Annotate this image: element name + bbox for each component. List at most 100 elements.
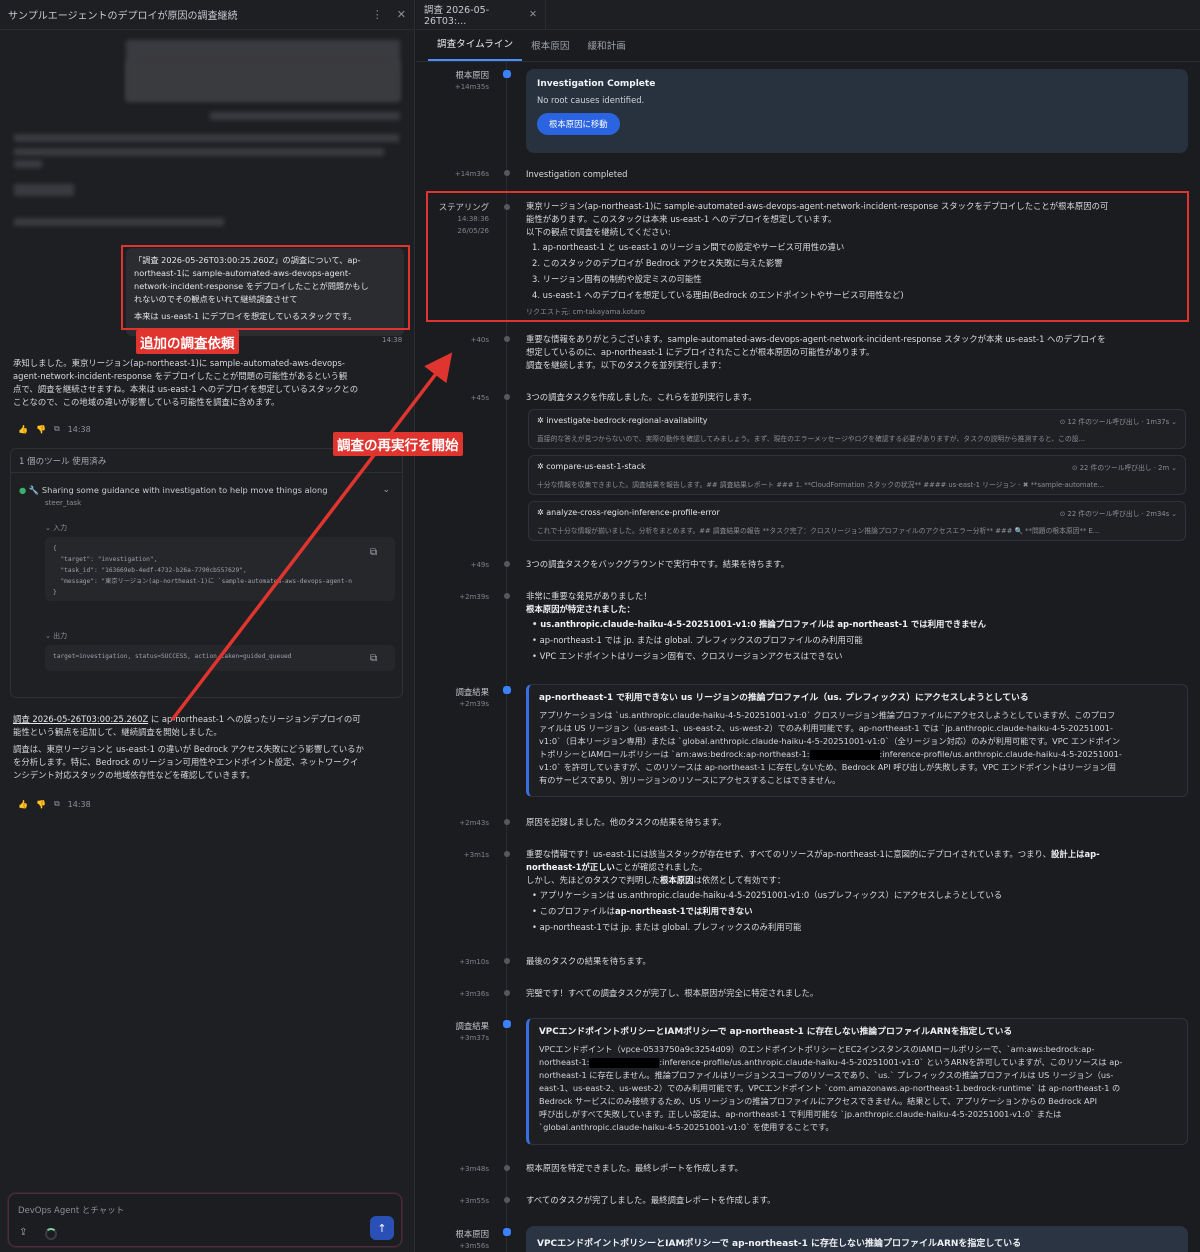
timeline-dot <box>504 819 510 825</box>
entry-time: +3m56s <box>459 1242 489 1250</box>
blurred-message <box>14 160 42 168</box>
finding-item: このプロファイルはap-northeast-1では利用できない <box>532 905 1186 918</box>
task-meta: ⊙ 12 件のツール呼び出し · 1m37s ⌄ <box>1059 418 1177 426</box>
entry-time: +2m39s <box>459 700 489 708</box>
timeline-label: +2m39s <box>416 591 489 603</box>
timeline-message: 非常に重要な発見がありました！ 根本原因が特定されました： us.anthrop… <box>526 590 1186 663</box>
timeline-dot <box>504 990 510 996</box>
thumbs-up-icon[interactable]: 👍 <box>18 425 28 434</box>
timeline-message: 原因を記録しました。他のタスクの結果を待ちます。 <box>526 817 727 827</box>
copy-icon[interactable]: ⧉ <box>54 424 60 434</box>
annotation-label-rerun: 調査の再実行を開始 <box>333 432 463 456</box>
entry-time: +3m36s <box>459 990 489 998</box>
finding-item: ap-northeast-1では jp. または global. プレフィックス… <box>532 921 1186 934</box>
thumbs-down-icon[interactable]: 👎 <box>36 425 46 434</box>
finding-card: VPCエンドポイントポリシーとIAMポリシーで ap-northeast-1 に… <box>526 1018 1188 1145</box>
entry-time: +3m55s <box>459 1197 489 1205</box>
tab-investigation[interactable]: 調査 2026-05-26T03:... ✕ <box>416 0 546 30</box>
upload-icon[interactable]: ⇪ <box>19 1227 27 1238</box>
msg-line: 想定しているのに、ap-northeast-1 にデプロイされたことが根本原因の… <box>526 347 875 357</box>
timeline-dot <box>503 1020 511 1028</box>
timeline-message: 3つの調査タスクを作成しました。これらを並列実行します。 <box>526 392 757 402</box>
timeline-message: 完璧です！すべての調査タスクが完了し、根本原因が完全に特定されました。 <box>526 988 819 998</box>
input-section-label[interactable]: ⌄ 入力 <box>45 523 67 533</box>
entry-time: +40s <box>470 336 489 344</box>
entry-time: +3m1s <box>463 851 489 859</box>
timeline-dot <box>504 593 510 599</box>
reply-line: 点で、調査を継続させますね。本来は us-east-1 へのデプロイを想定してい… <box>13 384 359 394</box>
timeline-label: +3m55s <box>416 1195 489 1207</box>
task-card[interactable]: ✲ investigate-bedrock-regional-availabil… <box>528 409 1186 449</box>
task-desc: 十分な情報を収集できました。調査結果を報告します。## 調査結果レポート ###… <box>537 481 1105 489</box>
close-icon[interactable]: ✕ <box>529 9 537 20</box>
blurred-time <box>210 112 400 120</box>
more-menu-icon[interactable]: ⋮ <box>372 8 383 21</box>
chat-input-box[interactable]: DevOps Agent とチャット ⇪ ↑ <box>8 1193 402 1247</box>
message-time: 14:38 <box>67 424 91 434</box>
timeline-dot <box>503 70 511 78</box>
tool-call-name: Sharing some guidance with investigation… <box>41 485 328 495</box>
chat-panel: サンプルエージェントのデプロイが原因の調査継続 ⋮ ✕ 「調査 2026-05-… <box>0 0 415 1252</box>
annotation-label-request: 追加の調査依頼 <box>136 330 239 354</box>
tab-root-cause[interactable]: 根本原因 <box>522 38 578 61</box>
send-button[interactable]: ↑ <box>370 1216 394 1240</box>
tab-mitigation[interactable]: 緩和計画 <box>578 38 634 61</box>
msg-line: 非常に重要な発見がありました！ <box>526 591 652 601</box>
chevron-down-icon[interactable]: ⌄ <box>382 485 390 495</box>
finding-line: トポリシーとIAMロールポリシーは `arn:aws:bedrock:ap-no… <box>539 749 1122 760</box>
msg-line: しかし、先ほどのタスクで判明した根本原因は依然として有効です： <box>526 875 786 885</box>
blurred-message <box>14 148 384 156</box>
tool-call-row[interactable]: ● 🔧 Sharing some guidance with investiga… <box>19 485 389 507</box>
task-card[interactable]: ✲ compare-us-east-1-stack ⊙ 22 件のツール呼び出し … <box>528 455 1186 495</box>
finding-list: us.anthropic.claude-haiku-4-5-20251001-v… <box>526 618 1186 663</box>
finding-line: 呼び出しがすべて失敗しています。正しい設定は、ap-northeast-1 で利… <box>539 1109 1062 1119</box>
root-cause-card: VPCエンドポイントポリシーとIAMポリシーで ap-northeast-1 に… <box>526 1226 1188 1252</box>
thumbs-down-icon[interactable]: 👎 <box>36 800 46 809</box>
input-code-block: { "target": "investigation", "task_id": … <box>45 537 395 601</box>
finding-item: ap-northeast-1 では jp. または global. プレフィック… <box>532 634 1186 647</box>
timeline: 根本原因 +14m35s Investigation Complete No ro… <box>416 62 1200 1252</box>
finding-line: 有のサービスであり、別リージョンのリソースにアクセスすることはできません。 <box>539 775 841 785</box>
blurred-message <box>126 60 400 102</box>
output-label: 出力 <box>53 632 68 640</box>
tab-timeline[interactable]: 調査タイムライン <box>428 36 523 61</box>
finding-title: ap-northeast-1 で利用できない us リージョンの推論プロファイル… <box>539 693 1029 703</box>
investigation-link[interactable]: 調査 2026-05-26T03:00:25.260Z <box>13 714 148 724</box>
feedback-bar: 👍 👎 ⧉ 14:38 <box>18 799 99 809</box>
chat-placeholder: DevOps Agent とチャット <box>18 1206 125 1216</box>
task-name: ✲ investigate-bedrock-regional-availabil… <box>537 416 708 425</box>
go-to-root-cause-button[interactable]: 根本原因に移動 <box>537 113 620 135</box>
agent-reply-1: 承知しました。東京リージョン(ap-northeast-1)に sample-a… <box>13 357 405 409</box>
chat-header: サンプルエージェントのデプロイが原因の調査継続 ⋮ ✕ <box>0 0 414 30</box>
user-message-line: れないのでその観点をいれて継続調査させて <box>134 294 298 304</box>
finding-line: ァイルは US リージョン（us-east-1、us-east-2、us-wes… <box>539 723 1113 733</box>
steering-item: 3. リージョン固有の制約や設定ミスの可能性 <box>532 274 702 284</box>
blurred-message <box>14 134 399 142</box>
timeline-dot <box>503 1228 511 1236</box>
timeline-label: 根本原因 +3m56s <box>416 1228 490 1252</box>
task-card[interactable]: ✲ analyze-cross-region-inference-profile… <box>528 501 1186 541</box>
finding-line: east-1、us-east-2、us-west-2）でのみ利用可能です。VPC… <box>539 1083 1121 1093</box>
timeline-label: +3m36s <box>416 988 489 1000</box>
copy-icon[interactable]: ⧉ <box>370 547 377 558</box>
finding-card: ap-northeast-1 で利用できない us リージョンの推論プロファイル… <box>526 684 1188 797</box>
timeline-message: 3つの調査タスクをバックグラウンドで実行中です。結果を待ちます。 <box>526 559 789 569</box>
timeline-label: +2m43s <box>416 817 489 829</box>
thumbs-up-icon[interactable]: 👍 <box>18 800 28 809</box>
card-body: No root causes identified. <box>537 95 645 105</box>
blurred-message <box>14 184 74 196</box>
entry-type: 調査結果 <box>455 1021 490 1031</box>
steering-line: 以下の観点で調査を継続してください: <box>526 227 671 237</box>
finding-list: アプリケーションは us.anthropic.claude-haiku-4-5-… <box>526 889 1186 934</box>
entry-type: 調査結果 <box>455 687 490 697</box>
task-meta: ⊙ 22 件のツール呼び出し · 2m ⌄ <box>1071 464 1177 472</box>
close-icon[interactable]: ✕ <box>397 8 406 21</box>
output-section-label[interactable]: ⌄ 出力 <box>45 631 67 641</box>
user-message-line: northeast-1に sample-automated-aws-devops… <box>134 268 352 278</box>
msg-line: 重要な情報です！us-east-1には該当スタックが存在せず、すべてのリソースが… <box>526 849 1100 859</box>
copy-icon[interactable]: ⧉ <box>54 799 60 809</box>
copy-icon[interactable]: ⧉ <box>370 653 377 664</box>
status-dot-icon: ● <box>19 485 27 495</box>
timeline-dot <box>504 851 510 857</box>
finding-item: アプリケーションは us.anthropic.claude-haiku-4-5-… <box>532 889 1186 902</box>
